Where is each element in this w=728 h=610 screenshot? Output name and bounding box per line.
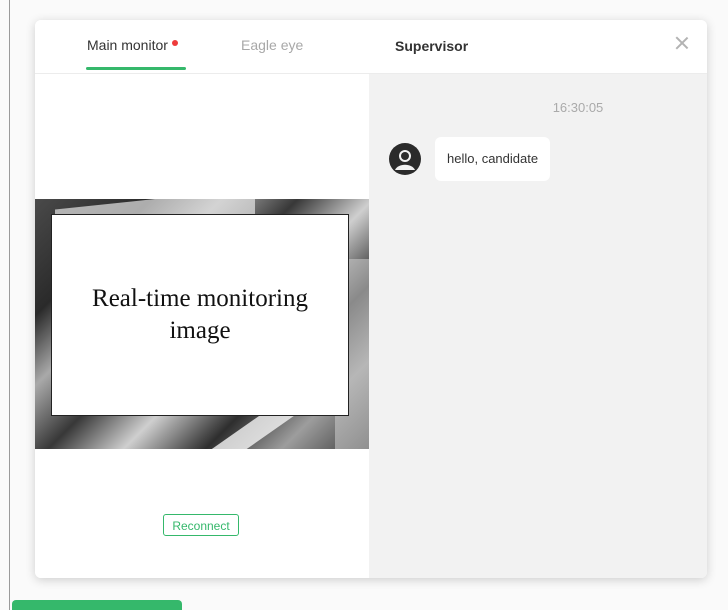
- tab-eagle-eye[interactable]: Eagle eye: [241, 37, 303, 53]
- page: Main monitor Eagle eye Real-time monitor…: [0, 0, 728, 610]
- tab-main-monitor-label: Main monitor: [87, 37, 168, 53]
- monitor-tabs: Main monitor Eagle eye: [35, 20, 369, 74]
- tab-eagle-eye-label: Eagle eye: [241, 37, 304, 53]
- chat-pane: Supervisor 16:30:05 hello, candidate: [369, 20, 707, 578]
- message-bubble: hello, candidate: [435, 137, 551, 181]
- monitoring-video-feed: Real-time monitoring image: [35, 199, 369, 449]
- red-dot-icon: [171, 40, 178, 46]
- monitoring-image-overlay: Real-time monitoring image: [51, 214, 349, 416]
- background-frame-line: [9, 0, 10, 610]
- message-timestamp: 16:30:05: [552, 100, 604, 115]
- chat-message: hello, candidate: [389, 137, 551, 181]
- tab-main-monitor[interactable]: Main monitor: [87, 37, 178, 53]
- monitor-pane: Main monitor Eagle eye Real-time monitor…: [35, 20, 369, 578]
- chat-title: Supervisor: [395, 38, 469, 54]
- monitoring-image-caption: Real-time monitoring image: [92, 285, 308, 344]
- reconnect-button[interactable]: Reconnect: [163, 514, 239, 536]
- monitor-dialog: Main monitor Eagle eye Real-time monitor…: [35, 20, 707, 578]
- background-green-button[interactable]: [12, 600, 182, 610]
- active-tab-indicator: [86, 67, 186, 70]
- user-avatar-icon: [389, 143, 421, 175]
- chat-header: Supervisor: [369, 20, 707, 74]
- close-icon[interactable]: [673, 34, 691, 52]
